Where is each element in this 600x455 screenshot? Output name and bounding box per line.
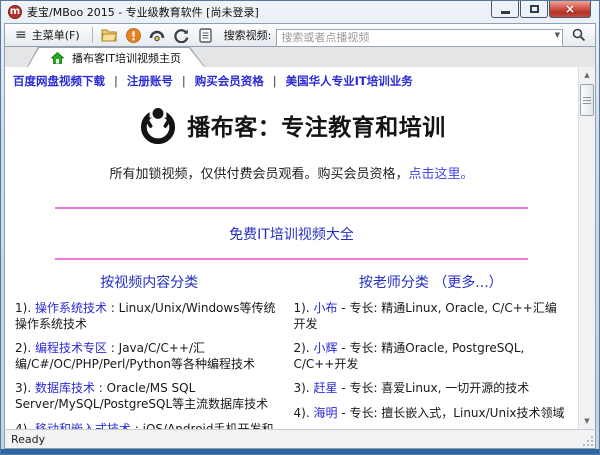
minimize-icon	[501, 11, 510, 14]
scrollbar-grip-icon	[583, 97, 591, 104]
item-number: 1).	[294, 301, 310, 315]
section-title: 免费IT培训视频大全	[11, 224, 572, 244]
item-number: 2).	[15, 341, 31, 355]
category-link[interactable]: 移动和嵌入式技术	[35, 422, 131, 429]
window-controls: ×	[490, 1, 591, 18]
close-icon: ×	[565, 3, 575, 15]
search-box: ▼	[276, 26, 563, 44]
nav-link-us-training[interactable]: 美国华人专业IT培训业务	[286, 74, 413, 88]
home-icon	[51, 52, 64, 64]
teacher-link[interactable]: 小布	[313, 301, 337, 315]
tab-label: 播布客IT培训视频主页	[72, 50, 181, 66]
membership-notice: 所有加锁视频，仅供付费会员观看。购买会员资格，点击这里。	[11, 163, 572, 182]
vertical-scrollbar[interactable]: ▲ ▼	[578, 67, 595, 429]
hamburger-icon: ≡	[15, 28, 27, 42]
divider-bottom	[55, 258, 528, 260]
category-link[interactable]: 操作系统技术	[35, 301, 107, 315]
list-item: 3). 数据库技术 : Oracle/MS SQL Server/MySQL/P…	[15, 381, 284, 412]
list-item: 4). 海明 - 专长: 擅长嵌入式，Linux/Unix技术领域	[294, 406, 569, 422]
item-desc: - 专长: 擅长嵌入式，Linux/Unix技术领域	[337, 406, 564, 420]
main-menu-button[interactable]: ≡ 主菜单(F)	[10, 25, 85, 45]
teacher-link[interactable]: 小辉	[313, 341, 337, 355]
nav-link-membership[interactable]: 购买会员资格	[195, 74, 264, 88]
list-item: 1). 操作系统技术 : Linux/Unix/Windows等传统操作系统技术	[15, 301, 284, 332]
divider-top	[55, 207, 528, 209]
maximize-button[interactable]	[520, 1, 548, 18]
header-text: 按老师分类 （	[359, 275, 447, 291]
scrollbar-thumb[interactable]	[580, 84, 594, 116]
list-item: 4). 移动和嵌入式技术 : iOS/Android手机开发和ARM等嵌入式	[15, 422, 284, 429]
hero-header: 播布客：专注教育和培训	[11, 104, 572, 146]
toolbar-separator	[92, 27, 93, 43]
app-logo-icon: m	[8, 5, 22, 19]
minimize-button[interactable]	[491, 1, 519, 18]
open-folder-button[interactable]	[100, 26, 119, 44]
nav-separator: |	[273, 74, 277, 88]
list-item: 3). 赶星 - 专长: 喜爱Linux, 一切开源的技术	[294, 381, 569, 397]
category-link[interactable]: 编程技术专区	[35, 341, 107, 355]
teacher-link[interactable]: 赶星	[313, 381, 337, 395]
document-icon	[199, 28, 212, 43]
item-number: 3).	[294, 381, 310, 395]
column-left-header: 按视频内容分类	[15, 272, 284, 292]
web-page: 百度网盘视频下载 | 注册账号 | 购买会员资格 | 美国华人专业IT培训业务 播布客：专注…	[5, 67, 578, 429]
item-number: 1).	[15, 301, 31, 315]
page-title: 播布客：专注教育和培训	[187, 108, 446, 142]
alert-button[interactable]	[124, 26, 143, 44]
notice-text: 所有加锁视频，仅供付费会员观看。购买会员资格，	[109, 167, 408, 182]
header-text: ）	[489, 275, 503, 291]
scroll-up-button[interactable]: ▲	[579, 67, 595, 83]
item-number: 2).	[294, 341, 310, 355]
status-text: Ready	[11, 433, 45, 446]
maximize-icon	[530, 5, 539, 13]
more-link[interactable]: 更多...	[447, 275, 488, 291]
log-button[interactable]	[196, 26, 215, 44]
status-bar: Ready	[4, 429, 596, 449]
column-right-header: 按老师分类 （更多...）	[294, 272, 569, 292]
nav-link-register[interactable]: 注册账号	[127, 74, 173, 88]
nav-separator: |	[182, 74, 186, 88]
search-label: 搜索视频:	[224, 27, 272, 43]
category-link[interactable]: 数据库技术	[35, 381, 95, 395]
item-number: 4).	[15, 422, 31, 429]
close-button[interactable]: ×	[549, 1, 591, 18]
nav-separator: |	[114, 74, 118, 88]
title-bar: m 麦宝/MBoo 2015 - 专业级教育软件 [尚未登录] ×	[1, 1, 599, 23]
folder-open-icon	[101, 28, 118, 42]
tab-home[interactable]: 播布客IT培训视频主页	[27, 47, 205, 67]
list-item: 1). 小布 - 专长: 精通Linux, Oracle, C/C++汇编开发	[294, 301, 569, 332]
refresh-icon	[174, 28, 189, 43]
column-by-content: 按视频内容分类 1). 操作系统技术 : Linux/Unix/Windows等…	[15, 272, 292, 429]
item-number: 4).	[294, 406, 310, 420]
scroll-down-button[interactable]: ▼	[579, 413, 595, 429]
nav-link-baidu-download[interactable]: 百度网盘视频下载	[13, 74, 105, 88]
app-window: m 麦宝/MBoo 2015 - 专业级教育软件 [尚未登录] × ≡ 主菜单(…	[0, 0, 600, 455]
search-button[interactable]	[568, 25, 590, 45]
alert-icon	[126, 28, 141, 43]
list-item: 2). 小辉 - 专长: 精通Oracle, PostgreSQL, C/C++…	[294, 341, 569, 372]
resize-grip-icon[interactable]	[582, 435, 594, 447]
item-number: 3).	[15, 381, 31, 395]
main-menu-label: 主菜单(F)	[32, 27, 80, 43]
column-by-teacher: 按老师分类 （更多...） 1). 小布 - 专长: 精通Linux, Orac…	[292, 272, 569, 429]
webcam-button[interactable]	[148, 26, 167, 44]
click-here-link[interactable]: 点击这里。	[409, 167, 474, 182]
content-area: 百度网盘视频下载 | 注册账号 | 购买会员资格 | 美国华人专业IT培训业务 播布客：专注…	[4, 67, 596, 429]
webcam-icon	[149, 28, 165, 42]
refresh-button[interactable]	[172, 26, 191, 44]
teacher-link[interactable]: 海明	[313, 406, 337, 420]
bobuke-logo-icon	[137, 104, 179, 146]
tab-bar: 播布客IT培训视频主页	[4, 47, 596, 67]
item-desc: - 专长: 喜爱Linux, 一切开源的技术	[337, 381, 529, 395]
category-columns: 按视频内容分类 1). 操作系统技术 : Linux/Unix/Windows等…	[11, 272, 572, 429]
top-nav-links: 百度网盘视频下载 | 注册账号 | 购买会员资格 | 美国华人专业IT培训业务	[11, 71, 572, 91]
window-title: 麦宝/MBoo 2015 - 专业级教育软件 [尚未登录]	[27, 4, 259, 20]
list-item: 2). 编程技术专区 : Java/C/C++/汇编/C#/OC/PHP/Per…	[15, 341, 284, 372]
search-input[interactable]	[276, 29, 563, 47]
toolbar: ≡ 主菜单(F)	[4, 23, 596, 47]
window-bottom-border	[1, 449, 599, 454]
search-icon	[572, 28, 586, 42]
